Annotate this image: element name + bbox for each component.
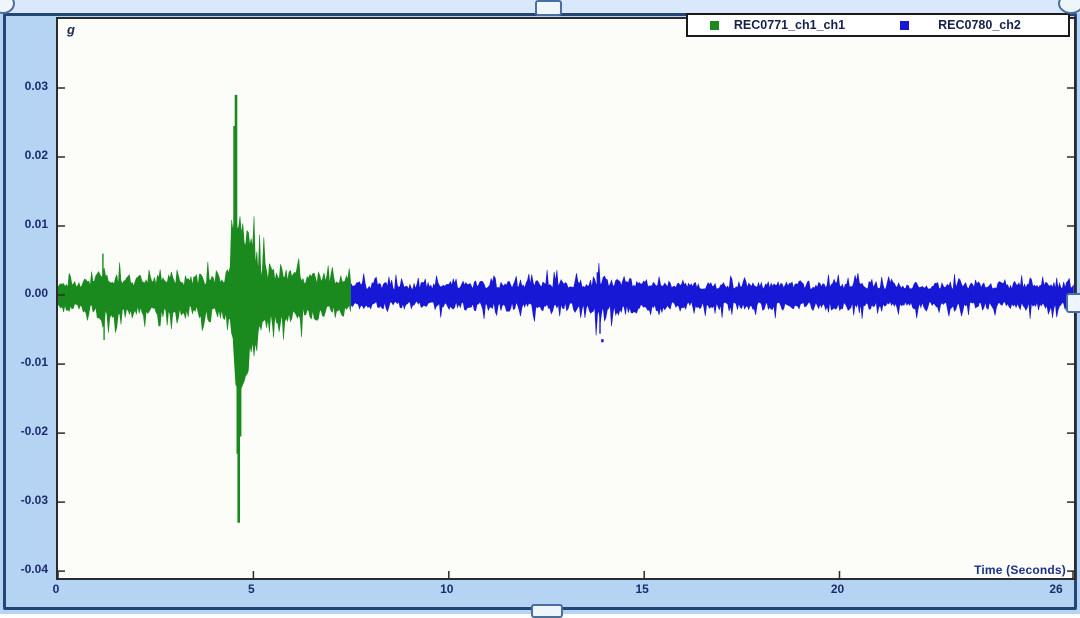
y-tick-label: -0.01	[8, 355, 48, 369]
y-tick-label: 0.00	[8, 286, 48, 300]
resize-handle-bottom-center[interactable]	[531, 604, 563, 618]
x-tick-label: 20	[831, 582, 844, 596]
y-tick-label: 0.01	[8, 217, 48, 231]
series1-color-swatch	[710, 21, 719, 30]
x-tick-label: 0	[53, 582, 60, 596]
resize-handle-right-middle[interactable]	[1066, 293, 1080, 313]
y-tick-label: -0.04	[8, 562, 48, 576]
legend-label-series2: REC0780_ch2	[909, 18, 1068, 32]
document-canvas: g Time (Seconds) REC0771_ch1_ch1 REC0780…	[0, 0, 1080, 614]
x-axis-label: Time (Seconds)	[974, 563, 1066, 577]
resize-handle-top-center[interactable]	[535, 0, 562, 16]
legend-entry-series1: REC0771_ch1_ch1	[688, 15, 878, 35]
waveform-plot	[58, 19, 1074, 578]
legend-entry-series2: REC0780_ch2	[878, 15, 1068, 35]
y-tick-label: -0.03	[8, 493, 48, 507]
y-unit-label: g	[67, 22, 75, 37]
legend-label-series1: REC0771_ch1_ch1	[719, 18, 878, 32]
x-tick-label: 26	[1049, 582, 1062, 596]
waveform-figure[interactable]: g Time (Seconds)	[56, 17, 1076, 580]
x-tick-label: 10	[440, 582, 453, 596]
x-tick-label: 5	[248, 582, 255, 596]
y-tick-label: 0.02	[8, 148, 48, 162]
series2-color-swatch	[900, 21, 909, 30]
y-tick-label: -0.02	[8, 424, 48, 438]
y-tick-label: 0.03	[8, 79, 48, 93]
legend: REC0771_ch1_ch1 REC0780_ch2	[686, 13, 1070, 37]
x-tick-label: 15	[635, 582, 648, 596]
